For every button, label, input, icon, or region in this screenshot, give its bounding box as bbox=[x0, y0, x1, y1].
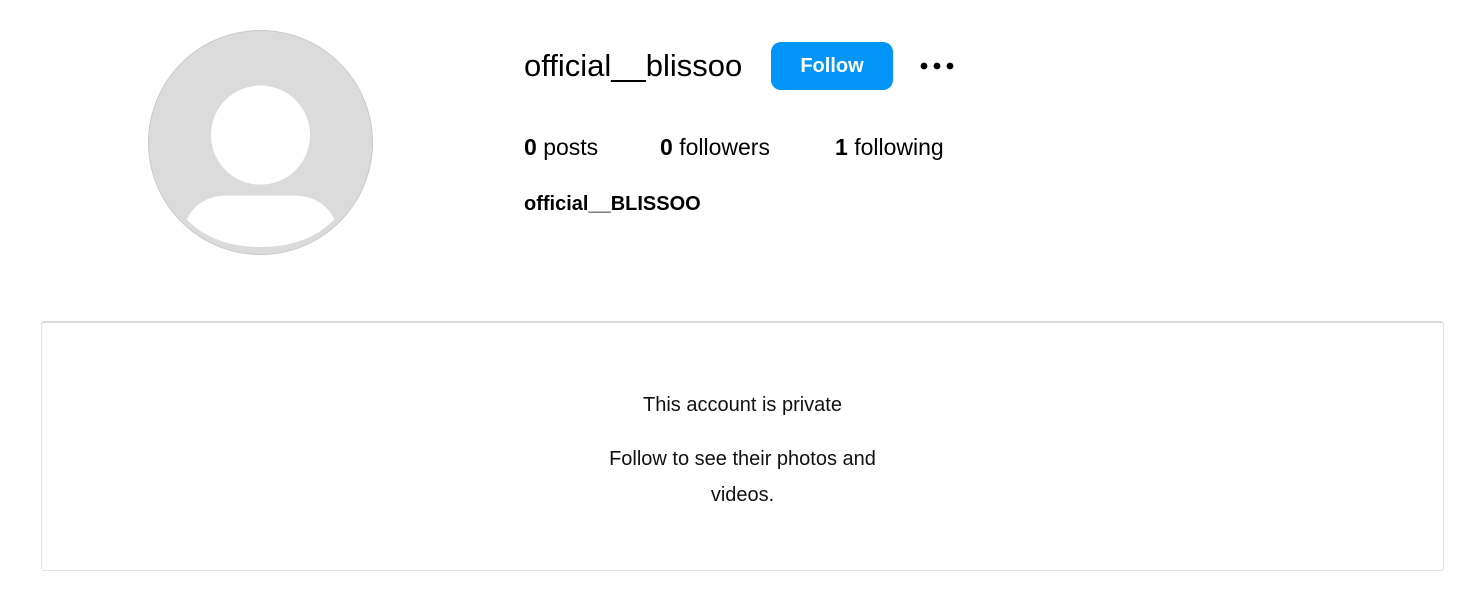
private-account-panel: This account is private Follow to see th… bbox=[41, 321, 1444, 571]
followers-count-stat[interactable]: 0 followers bbox=[660, 130, 770, 164]
default-avatar-icon[interactable] bbox=[148, 30, 373, 255]
posts-count: 0 bbox=[524, 134, 537, 160]
follow-button[interactable]: Follow bbox=[771, 42, 893, 90]
more-dots-icon bbox=[920, 62, 954, 70]
profile-username: official__blissoo bbox=[524, 48, 743, 83]
following-count-stat[interactable]: 1 following bbox=[835, 130, 944, 164]
following-count: 1 bbox=[835, 134, 848, 160]
private-account-subtitle: Follow to see their photos and videos. bbox=[609, 448, 876, 506]
profile-page: official__blissoo Follow 0 posts 0 follo… bbox=[0, 0, 1462, 590]
following-label: following bbox=[854, 134, 944, 160]
posts-count-stat: 0 posts bbox=[524, 130, 598, 164]
private-account-title: This account is private bbox=[643, 394, 842, 416]
posts-label: posts bbox=[543, 134, 599, 160]
followers-count: 0 bbox=[660, 134, 673, 160]
followers-label: followers bbox=[679, 134, 770, 160]
more-options-button[interactable] bbox=[916, 52, 958, 80]
profile-full-name: official__BLISSOO bbox=[524, 193, 701, 215]
